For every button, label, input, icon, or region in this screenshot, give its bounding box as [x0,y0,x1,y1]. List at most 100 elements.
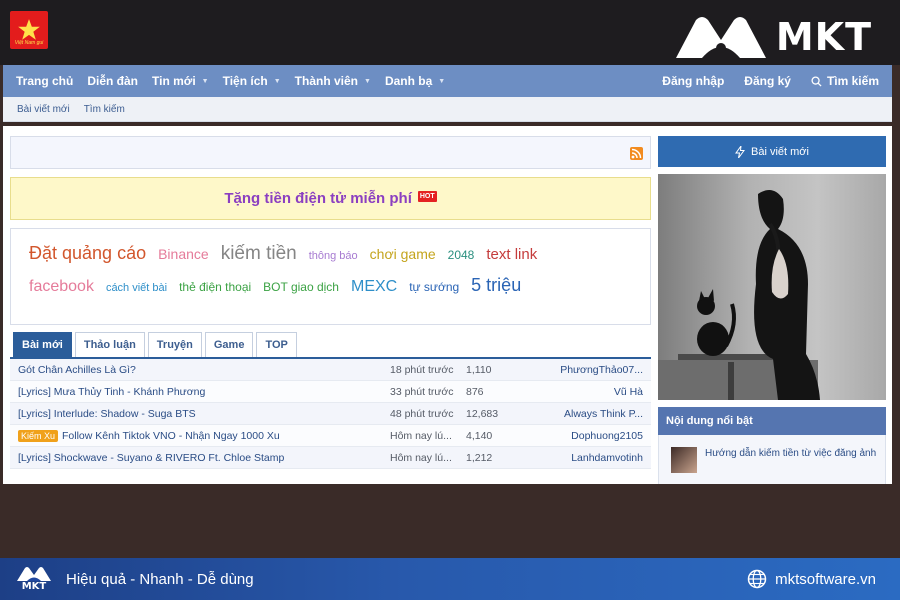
featured-heading: Nội dung nổi bật [658,407,886,435]
thread-list: Gót Chân Achilles Là Gì? 18 phút trước 1,1… [10,359,651,469]
footer-logo: MKT [16,566,52,592]
login-link[interactable]: Đăng nhập [652,74,734,88]
sidebar-photo[interactable] [658,174,886,400]
tab-top[interactable]: TOP [256,332,297,357]
tab-bài-mới[interactable]: Bài mới [13,332,72,357]
tag-link[interactable]: BOT giao dịch [263,280,339,294]
tag-link[interactable]: 5 triệu [471,275,521,296]
chevron-down-icon: ▼ [364,77,371,85]
thread-time: 33 phút trước [390,385,454,398]
chevron-down-icon: ▼ [438,77,446,85]
tag-link[interactable]: cách viết bài [106,282,167,294]
thread-time: 18 phút trước [390,363,454,376]
nav-item[interactable]: Trang chủ [9,74,80,88]
tag-link[interactable]: thẻ điện thoại [179,280,251,294]
nav-item-label: Danh bạ [384,74,433,88]
tag-link[interactable]: chơi game [370,246,436,262]
new-posts-button[interactable]: Bài viết mới [658,136,886,167]
thread-title[interactable]: Gót Chân Achilles Là Gì? [18,364,136,376]
footer-slogan: Hiệu quả - Nhanh - Dễ dùng [66,570,254,588]
site-logo[interactable]: Việt Nam gui [10,11,48,49]
nav-item-label: Trang chủ [16,74,74,88]
table-row[interactable]: Gót Chân Achilles Là Gì? 18 phút trước 1,1… [10,359,651,381]
table-row[interactable]: [Lyrics] Interlude: Shadow - Suga BTS 48 … [10,403,651,425]
search-icon [811,75,822,87]
sidebar: Bài viết mới Nội dung nổi bật Hướng dẫn [658,136,886,484]
tag-link[interactable]: facebook [29,278,94,296]
tag-link[interactable]: text link [486,246,537,263]
nav-item-label: Thành viên [294,74,359,88]
thread-last-user[interactable]: Vũ Hà [528,386,651,398]
thread-view-count: 4,140 [466,429,493,442]
search-link-label: Tìm kiếm [826,74,879,88]
nav-item-label: Tiện ích [222,74,268,88]
tag-row: facebook cách viết bài thẻ điện thoại BOT g… [29,275,632,296]
tag-link[interactable]: thông báo [309,250,358,262]
thread-view-count: 12,683 [466,407,499,420]
featured-item-title: Hướng dẫn kiếm tiền từ việc đăng ảnh [705,448,877,459]
register-link[interactable]: Đăng ký [734,74,801,88]
site-logo-caption: Việt Nam gui [14,40,44,46]
thread-last-user[interactable]: Always Think P... [528,408,651,420]
nav-item[interactable]: Tin mới ▼ [145,74,216,88]
nav-item[interactable]: Danh bạ ▼ [378,74,452,88]
thread-title-cell[interactable]: [Lyrics] Interlude: Shadow - Suga BTS [10,408,390,420]
thread-view-count: 876 [466,385,484,398]
sub-nav: Bài viết mới Tìm kiếm [3,97,892,122]
thread-title-cell[interactable]: [Lyrics] Mưa Thủy Tinh - Khánh Phương [10,386,390,398]
tag-link[interactable]: kiếm tiền [221,243,297,265]
main-nav: Trang chủ Diễn đàn Tin mới ▼ Tiện ích ▼ Thành … [3,65,892,97]
rss-icon[interactable] [630,147,643,160]
nav-item[interactable]: Diễn đàn [80,74,145,88]
nav-item[interactable]: Tiện ích ▼ [216,74,288,88]
page-content: Tặng tiền điện tử miễn phí HOT Đặt quảng… [3,126,892,484]
thread-view-count: 1,110 [466,363,492,376]
promo-footer: MKT Hiệu quả - Nhanh - Dễ dùng mktsoftwa… [0,558,900,600]
thread-title-cell[interactable]: Kiếm Xu Follow Kênh Tiktok VNO - Nhận Nga… [10,429,390,442]
nav-right-group: Đăng nhập Đăng ký Tìm kiếm [652,74,892,88]
tag-link[interactable]: Đặt quảng cáo [29,243,146,264]
tag-link[interactable]: tự sướng [409,280,459,294]
chevron-down-icon: ▼ [201,77,209,85]
tag-link[interactable]: Binance [158,246,209,262]
tag-link[interactable]: MEXC [351,278,397,296]
tag-cloud: Đặt quảng cáo Binance kiếm tiền thông báo ch… [10,228,651,325]
thread-time: 48 phút trước [390,407,454,420]
table-row[interactable]: [Lyrics] Shockwave - Suyano & RIVERO Ft.… [10,447,651,469]
subnav-search[interactable]: Tìm kiếm [84,104,125,115]
nav-item[interactable]: Thành viên ▼ [288,74,378,88]
thread-title-cell[interactable]: [Lyrics] Shockwave - Suyano & RIVERO Ft.… [10,452,390,464]
search-link[interactable]: Tìm kiếm [801,74,889,88]
footer-logo-word: MKT [21,581,47,592]
promo-banner[interactable]: Tặng tiền điện tử miễn phí HOT [10,177,651,220]
table-row[interactable]: Kiếm Xu Follow Kênh Tiktok VNO - Nhận Nga… [10,425,651,447]
tag-link[interactable]: 2048 [448,248,475,262]
table-row[interactable]: [Lyrics] Mưa Thủy Tinh - Khánh Phương 33 … [10,381,651,403]
thread-last-user[interactable]: Dophuong2105 [528,430,651,442]
tab-thảo-luận[interactable]: Thảo luận [74,332,145,357]
thread-view-count: 1,212 [466,451,493,464]
top-banner: Việt Nam gui MKT [0,0,900,65]
notice-bar [10,136,651,169]
thread-title-cell[interactable]: Gót Chân Achilles Là Gì? [10,364,390,376]
thread-last-user[interactable]: Lanhdamvotinh [528,452,651,464]
tab-game[interactable]: Game [204,332,254,357]
footer-website[interactable]: mktsoftware.vn [747,569,876,589]
thread-title[interactable]: Follow Kênh Tiktok VNO - Nhận Ngay 1000 … [62,430,280,442]
new-posts-button-label: Bài viết mới [751,145,809,158]
tab-truyện[interactable]: Truyện [147,332,202,357]
thread-time: Hôm nay lú... [390,429,452,442]
thread-last-user[interactable]: PhươngThảo07... [528,364,651,376]
thread-prefix-badge: Kiếm Xu [18,429,59,442]
nav-item-label: Tin mới [152,74,196,88]
mkt-wave-logo-icon [17,567,51,581]
nav-left-group: Trang chủ Diễn đàn Tin mới ▼ Tiện ích ▼ Thành … [3,74,452,88]
subnav-new-posts[interactable]: Bài viết mới [17,104,70,115]
mkt-wordmark: MKT [775,15,872,59]
footer-website-label: mktsoftware.vn [775,570,876,588]
featured-item[interactable]: Hướng dẫn kiếm tiền từ việc đăng ảnh [658,435,886,484]
featured-thumbnail [671,447,697,473]
thread-title[interactable]: [Lyrics] Interlude: Shadow - Suga BTS [18,408,196,420]
thread-title[interactable]: [Lyrics] Shockwave - Suyano & RIVERO Ft.… [18,452,284,464]
thread-title[interactable]: [Lyrics] Mưa Thủy Tinh - Khánh Phương [18,386,205,398]
